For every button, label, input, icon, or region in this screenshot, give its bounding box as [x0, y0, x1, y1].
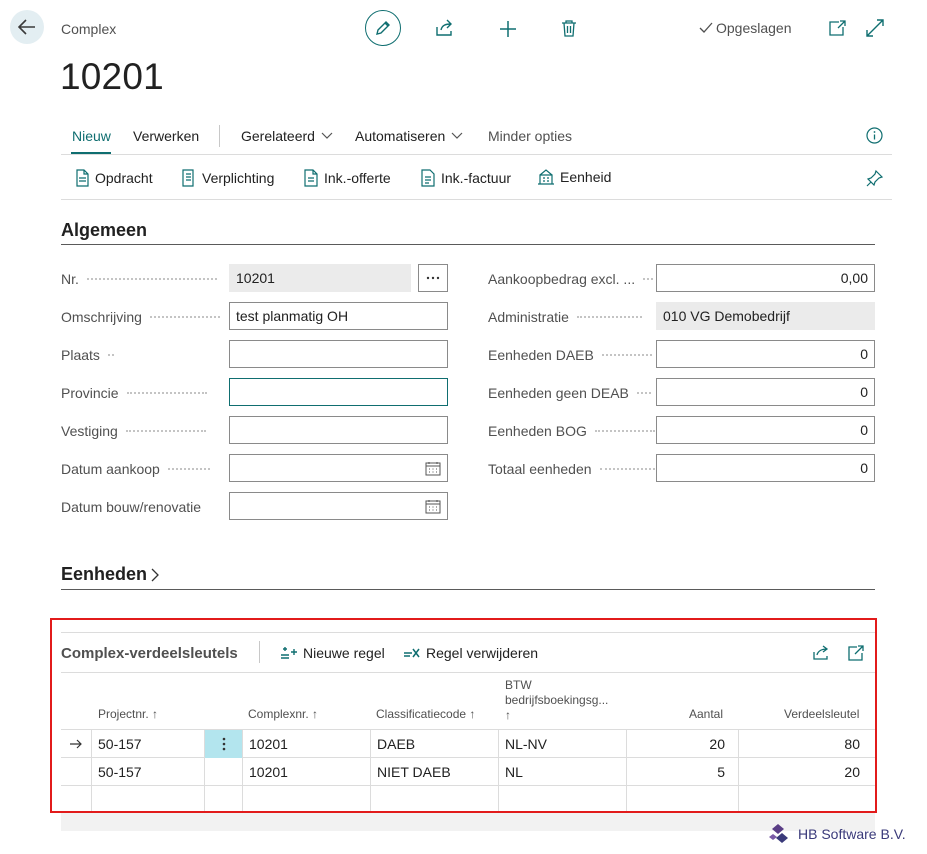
section-divider	[61, 244, 875, 245]
eenheden-bog-field[interactable]: 0	[656, 416, 875, 444]
vestiging-field[interactable]	[229, 416, 448, 444]
info-icon	[866, 127, 883, 144]
arrow-left-icon	[18, 19, 36, 35]
breadcrumb: Complex	[61, 21, 117, 37]
label-administratie: Administratie	[488, 309, 642, 325]
document-icon	[181, 169, 197, 187]
brand-logo: HB Software B.V.	[768, 823, 906, 845]
saved-label: Opgeslagen	[716, 20, 792, 36]
label-vestiging: Vestiging	[61, 423, 206, 439]
expand-icon	[866, 19, 884, 37]
open-external-icon	[829, 20, 847, 36]
hb-logo-icon	[768, 823, 792, 845]
label-plaats: Plaats	[61, 347, 114, 363]
eenheden-geen-deab-field[interactable]: 0	[656, 378, 875, 406]
tab-automatiseren[interactable]: Automatiseren	[355, 128, 463, 144]
plaats-field[interactable]	[229, 340, 448, 368]
action-label: Ink.-factuur	[441, 170, 512, 186]
label-eenheden-geen-deab: Eenheden geen DEAB	[488, 385, 651, 401]
edit-button[interactable]	[365, 10, 401, 46]
checkmark-icon	[699, 22, 713, 34]
expand-button[interactable]	[866, 19, 884, 37]
delete-button[interactable]	[561, 19, 577, 37]
label-datum-aankoop: Datum aankoop	[61, 461, 210, 477]
datum-bouw-field[interactable]	[229, 492, 448, 520]
trash-icon	[561, 19, 577, 37]
pin-icon	[866, 169, 884, 187]
provincie-field[interactable]	[229, 378, 448, 406]
divider	[61, 154, 892, 155]
section-divider	[61, 589, 875, 590]
eenheden-daeb-field[interactable]: 0	[656, 340, 875, 368]
ink-factuur-action[interactable]: Ink.-factuur	[420, 169, 511, 187]
brand-name: HB Software B.V.	[798, 826, 906, 842]
eenheid-action[interactable]: Eenheid	[537, 169, 611, 185]
part-footer	[61, 813, 875, 831]
chevron-down-icon	[321, 132, 333, 140]
divider	[219, 125, 220, 147]
label-datum-bouw: Datum bouw/renovatie	[61, 499, 202, 515]
totaal-eenheden-field[interactable]: 0	[656, 454, 875, 482]
opdracht-action[interactable]: Opdracht	[74, 169, 153, 187]
invoice-icon	[420, 169, 436, 187]
action-label: Ink.-offerte	[324, 170, 391, 186]
action-label: Verplichting	[202, 170, 275, 186]
highlight-box	[50, 618, 877, 813]
tab-label: Automatiseren	[355, 128, 446, 144]
ellipsis-icon	[426, 276, 440, 280]
aankoopbedrag-field[interactable]: 0,00	[656, 264, 875, 292]
label-provincie: Provincie	[61, 385, 207, 401]
label-omschrijving: Omschrijving	[61, 309, 220, 325]
calendar-icon[interactable]	[425, 461, 441, 476]
pencil-icon	[374, 19, 392, 37]
verplichting-action[interactable]: Verplichting	[181, 169, 274, 187]
plus-icon	[498, 19, 518, 39]
section-title-eenheden[interactable]: Eenheden	[61, 564, 159, 585]
document-icon	[74, 169, 90, 187]
tab-label: Gerelateerd	[241, 128, 315, 144]
tab-gerelateerd[interactable]: Gerelateerd	[241, 128, 333, 144]
omschrijving-field[interactable]: test planmatig OH	[229, 302, 448, 330]
action-label: Opdracht	[95, 170, 153, 186]
label-eenheden-daeb: Eenheden DAEB	[488, 347, 652, 363]
share-button[interactable]	[435, 19, 455, 37]
label-totaal-eenheden: Totaal eenheden	[488, 461, 655, 477]
chevron-down-icon	[451, 132, 463, 140]
quote-document-icon	[303, 169, 319, 187]
label-nr: Nr.	[61, 271, 217, 287]
back-button[interactable]	[10, 10, 44, 44]
tab-minder-opties[interactable]: Minder opties	[488, 128, 572, 144]
nr-field[interactable]: 10201	[229, 264, 411, 292]
building-icon	[537, 169, 555, 185]
datum-aankoop-field[interactable]	[229, 454, 448, 482]
info-button[interactable]	[866, 127, 883, 144]
ink-offerte-action[interactable]: Ink.-offerte	[303, 169, 391, 187]
nr-assist-button[interactable]	[418, 264, 448, 292]
chevron-right-icon	[151, 568, 159, 582]
pin-actions-button[interactable]	[866, 169, 884, 187]
open-new-window-button[interactable]	[829, 20, 847, 36]
action-label: Eenheid	[560, 169, 612, 185]
page-title: 10201	[60, 56, 164, 97]
label-eenheden-bog: Eenheden BOG	[488, 423, 655, 439]
label-aankoopbedrag: Aankoopbedrag excl. ...	[488, 271, 654, 287]
divider	[61, 199, 892, 200]
calendar-icon[interactable]	[425, 499, 441, 514]
saved-status: Opgeslagen	[699, 20, 792, 36]
section-title-algemeen[interactable]: Algemeen	[61, 220, 147, 241]
share-icon	[435, 19, 455, 37]
administratie-field[interactable]: 010 VG Demobedrijf	[656, 302, 875, 330]
tab-nieuw[interactable]: Nieuw	[72, 128, 111, 144]
new-record-button[interactable]	[498, 19, 518, 39]
tab-verwerken[interactable]: Verwerken	[133, 128, 199, 144]
